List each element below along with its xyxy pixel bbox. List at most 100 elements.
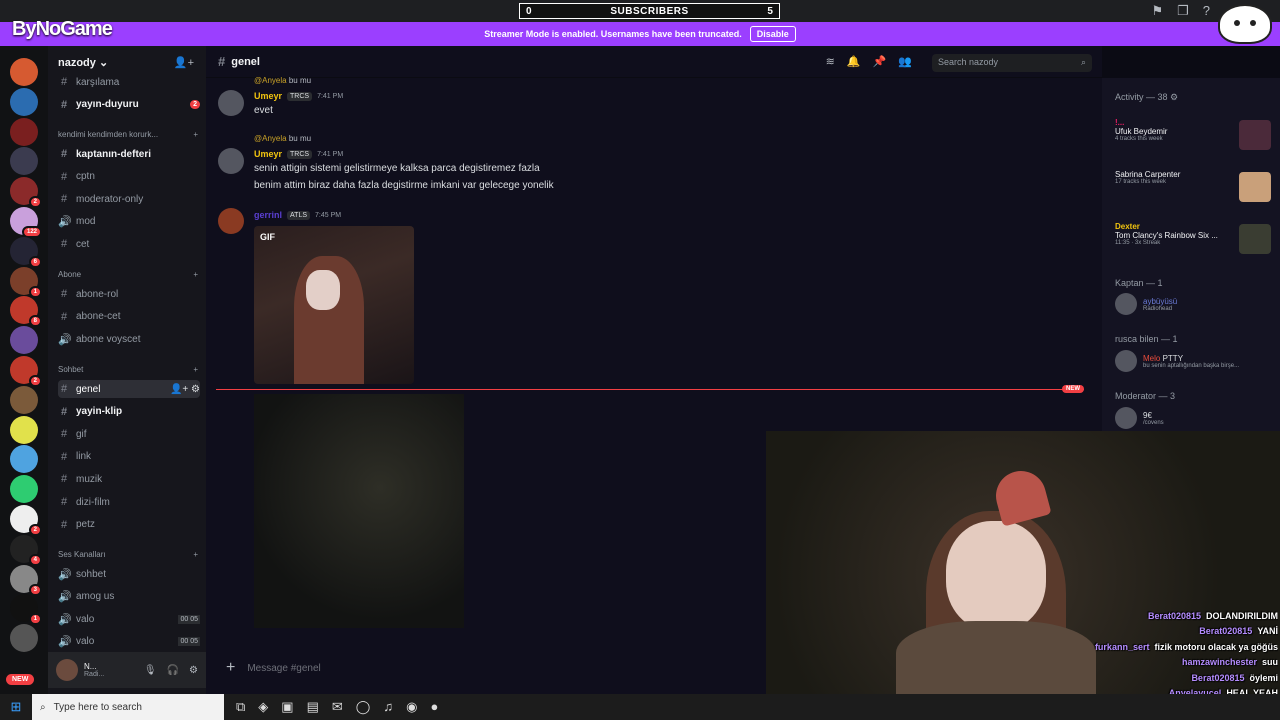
add-member-icon[interactable]: 👤+ <box>174 56 194 69</box>
server-icon[interactable]: 6 <box>10 236 42 268</box>
channel-item[interactable]: # yayin-klip <box>58 403 200 421</box>
twitch-message: öylemi <box>1249 672 1278 683</box>
add-channel-icon[interactable]: + <box>193 130 198 139</box>
channel-item[interactable]: # gif <box>58 425 200 443</box>
channel-item[interactable]: 🔊 sohbet <box>58 565 200 583</box>
add-channel-icon[interactable]: + <box>193 270 198 279</box>
avatar[interactable] <box>218 90 244 116</box>
channel-category[interactable]: Abone + <box>58 270 198 279</box>
channel-settings-icon[interactable]: 👤+ ⚙ <box>170 384 200 395</box>
channel-item[interactable]: 🔊 abone voyscet <box>58 330 200 348</box>
mention-badge: 3 <box>28 583 42 596</box>
channel-category[interactable]: Ses Kanalları + <box>58 550 198 559</box>
gif-attachment[interactable]: GIF <box>254 226 414 384</box>
spotify-icon[interactable]: ♫ <box>383 699 393 715</box>
server-icon[interactable]: 2 <box>10 356 42 387</box>
server-icon[interactable]: 2 <box>10 177 42 209</box>
server-icon[interactable] <box>10 475 38 504</box>
channel-item[interactable]: # dizi-film <box>58 493 200 511</box>
add-attachment-icon[interactable]: + <box>226 659 235 677</box>
activity-item[interactable]: Dexter Tom Clancy's Rainbow Six ... 11:3… <box>1115 222 1275 254</box>
activity-item[interactable]: !... Ufuk Beydemir 4 tracks this week <box>1115 118 1275 150</box>
opera-icon[interactable]: ◯ <box>356 699 371 715</box>
channel-item[interactable]: # cptn <box>58 168 200 186</box>
reply-reference[interactable]: @Anyela bu mu <box>254 76 311 85</box>
server-icon[interactable] <box>10 117 38 146</box>
channel-category[interactable]: Sohbet + <box>58 365 198 374</box>
pin-icon[interactable]: 📌 <box>873 55 887 68</box>
outlook-icon[interactable]: ✉ <box>332 699 343 715</box>
store-icon[interactable]: ▣ <box>281 699 293 715</box>
settings-gear-icon[interactable]: ⚙ <box>189 665 198 676</box>
avatar[interactable] <box>218 148 244 174</box>
flag-icon[interactable]: ⚑ <box>1151 3 1163 19</box>
window-icon[interactable]: ❐ <box>1177 3 1189 19</box>
server-icon[interactable] <box>10 58 38 86</box>
help-icon[interactable]: ? <box>1203 3 1210 19</box>
channel-item[interactable]: 🔊 valo 00 05 <box>58 633 200 651</box>
obs-icon[interactable]: ● <box>430 699 438 715</box>
server-icon[interactable]: 2 <box>10 505 42 536</box>
channel-item[interactable]: # abone-rol <box>58 285 200 303</box>
channel-item[interactable]: # abone-cet <box>58 308 200 326</box>
channel-item[interactable]: 🔊 amog us <box>58 588 200 606</box>
copilot-icon[interactable]: ◈ <box>258 699 268 715</box>
file-explorer-icon[interactable]: ▤ <box>307 699 319 715</box>
message-author[interactable]: Umeyr <box>254 149 282 159</box>
message-author[interactable]: gerrinl <box>254 210 282 220</box>
activity-item[interactable]: Sabrina Carpenter 17 tracks this week <box>1115 170 1275 202</box>
discord-icon[interactable]: ◉ <box>406 699 417 715</box>
taskbar-search[interactable]: ⌕ Type here to search <box>32 694 224 720</box>
channel-item[interactable]: # link <box>58 448 200 466</box>
channel-item[interactable]: # karşılama <box>58 73 200 91</box>
member-item[interactable]: Melo PTTY bu senin aptallığından başka b… <box>1115 350 1275 372</box>
server-icon[interactable] <box>10 385 38 414</box>
add-channel-icon[interactable]: + <box>193 550 198 559</box>
server-icon[interactable] <box>10 624 38 653</box>
add-channel-icon[interactable]: + <box>193 365 198 374</box>
headphones-icon[interactable]: 🎧 <box>167 665 179 676</box>
server-icon[interactable] <box>10 445 38 474</box>
disable-button[interactable]: Disable <box>749 26 796 42</box>
channel-item[interactable]: # petz <box>58 516 200 534</box>
channel-label: sohbet <box>76 568 107 580</box>
server-icon[interactable]: 3 <box>10 564 42 596</box>
image-attachment[interactable] <box>254 394 464 628</box>
channel-item[interactable]: # cet <box>58 235 200 253</box>
task-view-icon[interactable]: ⧉ <box>236 699 245 715</box>
member-item[interactable]: aybüyüsü Radiohead <box>1115 293 1275 315</box>
channel-item[interactable]: # kaptanın-defteri <box>58 145 200 163</box>
message-author[interactable]: Umeyr <box>254 91 282 101</box>
windows-start-icon[interactable]: ⊞ <box>0 694 32 720</box>
search-input[interactable]: Search nazody ⌕ <box>932 54 1092 72</box>
server-icon[interactable]: 122 <box>10 207 42 238</box>
server-icon[interactable] <box>10 147 38 176</box>
member-list-icon[interactable]: 👥 <box>898 55 912 68</box>
server-icon[interactable] <box>10 415 38 444</box>
message-header: Umeyr TRCS 7:41 PM <box>254 91 343 101</box>
channel-item[interactable]: # yayın-duyuru 2 <box>58 96 200 114</box>
channel-item[interactable]: # moderator-only <box>58 190 200 208</box>
reply-reference[interactable]: @Anyela bu mu <box>254 134 311 143</box>
channel-item[interactable]: 🔊 valo 00 05 <box>58 610 200 628</box>
member-item[interactable]: 9€ /covens <box>1115 407 1275 429</box>
guild-name[interactable]: nazody ⌄ <box>58 56 108 69</box>
bell-icon[interactable]: 🔔 <box>847 55 861 68</box>
channel-category[interactable]: kendimi kendimden korurk... + <box>58 130 198 139</box>
message-time: 7:45 PM <box>315 211 342 219</box>
channel-item[interactable]: # muzik <box>58 470 200 488</box>
server-icon[interactable] <box>10 87 38 116</box>
album-art <box>1239 172 1271 202</box>
channel-item[interactable]: 🔊 mod <box>58 213 200 231</box>
microphone-icon[interactable]: 🎙 <box>144 665 157 676</box>
server-icon[interactable]: 1 <box>10 266 42 298</box>
server-icon[interactable]: 8 <box>10 296 42 328</box>
threads-icon[interactable]: ≋ <box>826 55 835 68</box>
activity-header[interactable]: Activity — 38 ⚙ <box>1115 92 1178 103</box>
channel-item[interactable]: # genel 👤+ ⚙ <box>58 380 200 398</box>
avatar[interactable] <box>218 208 244 234</box>
avatar[interactable] <box>56 659 78 681</box>
server-icon[interactable]: 1 <box>10 594 42 626</box>
server-icon[interactable] <box>10 326 38 355</box>
server-icon[interactable]: 4 <box>10 534 42 566</box>
